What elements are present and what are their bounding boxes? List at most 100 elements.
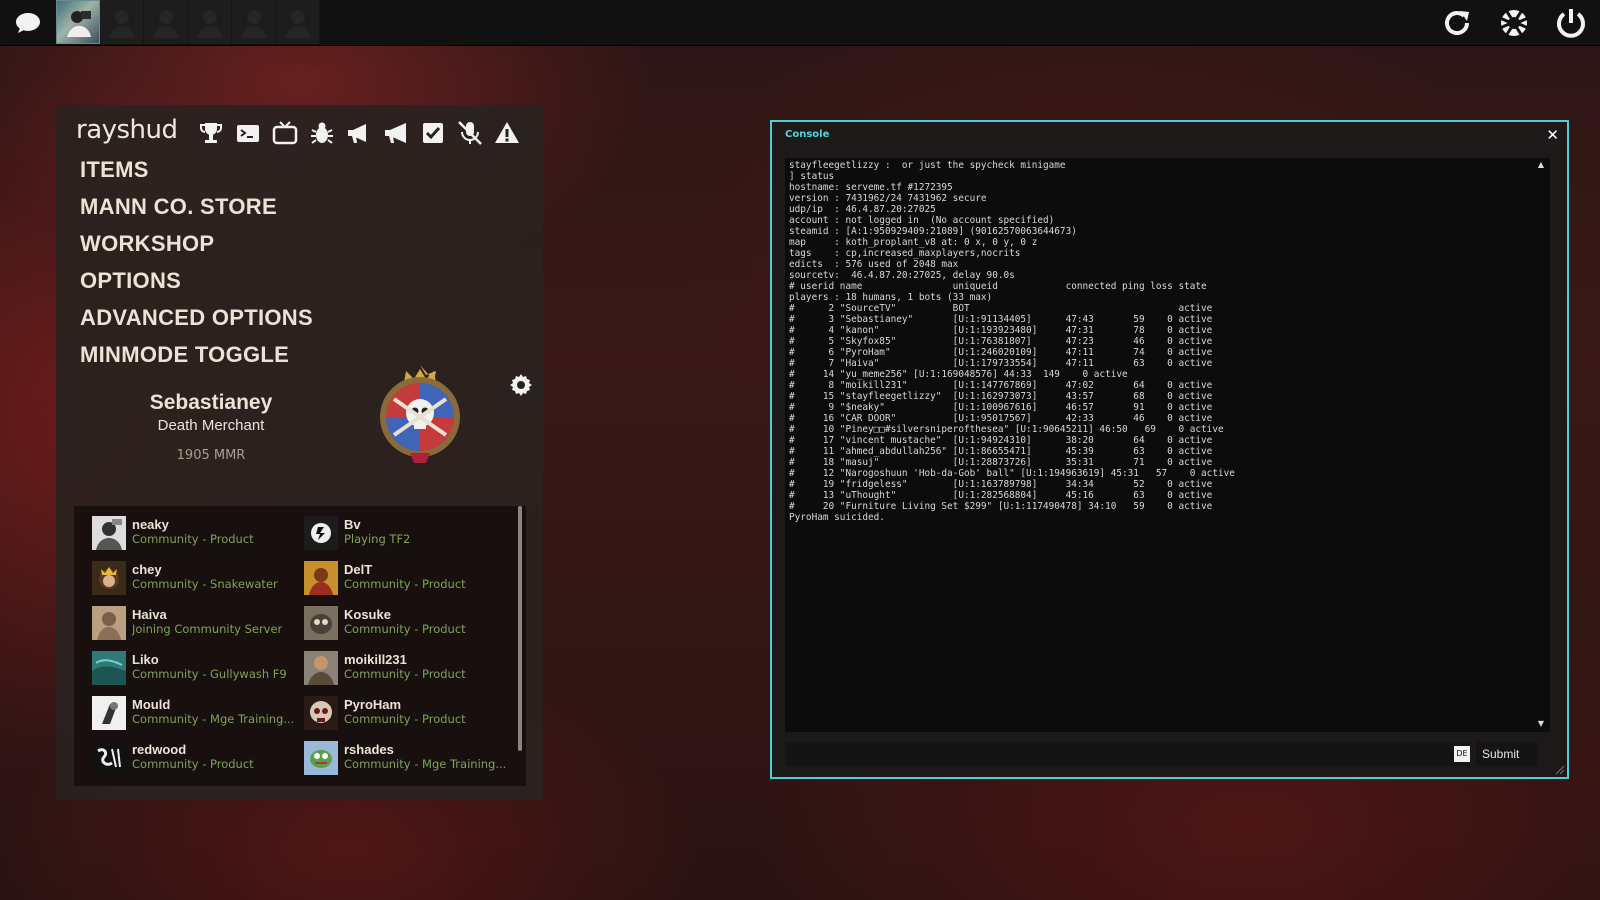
friend-item[interactable]: Haiva Joining Community Server xyxy=(92,601,302,641)
menu-mann-co-store[interactable]: MANN CO. STORE xyxy=(80,194,277,220)
console-line: # 6 "PyroHam" [U:1:246020109] 47:11 74 0… xyxy=(789,347,1213,358)
friend-status: Community - Gullywash F9 xyxy=(132,667,287,681)
console-line: version : 7431962/24 7431962 secure xyxy=(789,193,987,204)
friend-name: PyroHam xyxy=(344,697,402,712)
friend-status: Community - Snakewater xyxy=(132,577,278,591)
console-log: stayfleegetlizzy : or just the spycheck … xyxy=(789,160,1529,523)
terminal-icon[interactable] xyxy=(234,119,262,147)
console-line: # 20 "Furniture Living Set $299" [U:1:11… xyxy=(789,501,1213,512)
console-line: # 10 "Piney□□#silversniperofthesea" [U:1… xyxy=(789,424,1224,435)
warning-icon[interactable] xyxy=(493,119,521,147)
gear-icon[interactable] xyxy=(509,373,533,397)
friend-item[interactable]: redwood Community - Product xyxy=(92,736,302,776)
friend-name: Bv xyxy=(344,517,361,532)
friend-item[interactable]: Mould Community - Mge Training... xyxy=(92,691,302,731)
avatar xyxy=(92,561,126,595)
friend-item[interactable]: neaky Community - Product xyxy=(92,511,302,551)
friend-item[interactable]: Liko Community - Gullywash F9 xyxy=(92,646,302,686)
console-command-input[interactable] xyxy=(785,742,1470,766)
language-indicator: DE xyxy=(1454,746,1470,762)
console-line: hostname: serveme.tf #1272395 xyxy=(789,182,953,193)
menu-minmode-toggle[interactable]: MINMODE TOGGLE xyxy=(80,342,289,368)
party-slot-self[interactable] xyxy=(56,0,100,44)
friends-scrollbar[interactable] xyxy=(518,506,522,751)
friend-item[interactable]: Kosuke Community - Product xyxy=(304,601,514,641)
scroll-down-icon[interactable]: ▼ xyxy=(1538,719,1544,728)
friend-name: Liko xyxy=(132,652,159,667)
friend-item[interactable]: PyroHam Community - Product xyxy=(304,691,514,731)
menu-workshop[interactable]: WORKSHOP xyxy=(80,231,214,257)
friend-item[interactable]: Bv Playing TF2 xyxy=(304,511,514,551)
avatar xyxy=(92,741,126,775)
friend-name: Mould xyxy=(132,697,171,712)
console-line: # 18 "masuj" [U:1:28873726] 35:31 71 0 a… xyxy=(789,457,1213,468)
menu-items[interactable]: ITEMS xyxy=(80,157,149,183)
avatar xyxy=(304,561,338,595)
friend-item[interactable]: DelT Community - Product xyxy=(304,556,514,596)
console-line: sourcetv: 46.4.87.20:27025, delay 90.0s xyxy=(789,270,1015,281)
console-output[interactable]: stayfleegetlizzy : or just the spycheck … xyxy=(785,158,1550,732)
avatar xyxy=(304,606,338,640)
profile-title: Death Merchant xyxy=(157,417,265,434)
party-slot-empty[interactable] xyxy=(100,0,144,44)
submit-button[interactable]: Submit xyxy=(1476,742,1538,766)
mic-off-icon[interactable] xyxy=(456,119,484,147)
lifebuoy-icon[interactable] xyxy=(1497,6,1531,40)
avatar xyxy=(92,606,126,640)
console-window[interactable]: Console ✕ stayfleegetlizzy : or just the… xyxy=(770,120,1569,779)
chat-bubble-icon[interactable] xyxy=(14,10,42,36)
friend-name: neaky xyxy=(132,517,169,532)
friend-status: Community - Product xyxy=(344,712,466,726)
tv-icon[interactable] xyxy=(271,119,299,147)
console-line: udp/ip : 46.4.87.20:27025 xyxy=(789,204,936,215)
rank-medal-icon[interactable] xyxy=(372,361,468,465)
friend-status: Community - Product xyxy=(132,757,254,771)
friend-name: moikill231 xyxy=(344,652,407,667)
friend-status: Community - Product xyxy=(132,532,254,546)
megaphone-2-icon[interactable] xyxy=(382,119,410,147)
console-line: map : koth_proplant_v8 at: 0 x, 0 y, 0 z xyxy=(789,237,1038,248)
friend-name: redwood xyxy=(132,742,187,757)
console-line: # 8 "moikill231" [U:1:147767869] 47:02 6… xyxy=(789,380,1213,391)
party-slot-empty[interactable] xyxy=(144,0,188,44)
friend-status: Community - Mge Training... xyxy=(344,757,507,771)
party-slot-empty[interactable] xyxy=(232,0,276,44)
refresh-icon[interactable] xyxy=(1440,6,1474,40)
friend-name: chey xyxy=(132,562,162,577)
top-bar xyxy=(0,0,1600,46)
friend-item[interactable]: moikill231 Community - Product xyxy=(304,646,514,686)
console-line: # 16 "CAR DOOR" [U:1:95017567] 42:33 46 … xyxy=(789,413,1213,424)
friend-status: Joining Community Server xyxy=(132,622,283,636)
friend-status: Community - Mge Training... xyxy=(132,712,295,726)
avatar xyxy=(304,651,338,685)
friend-status: Community - Product xyxy=(344,622,466,636)
username: rayshud xyxy=(76,115,178,145)
console-line: # 17 "vincent mustache" [U:1:94924310] 3… xyxy=(789,435,1213,446)
close-icon[interactable]: ✕ xyxy=(1546,126,1559,144)
console-line: PyroHam suicided. xyxy=(789,512,885,523)
megaphone-icon[interactable] xyxy=(345,119,373,147)
console-line: # 2 "SourceTV" BOT active xyxy=(789,303,1213,314)
menu-options[interactable]: OPTIONS xyxy=(80,268,181,294)
avatar xyxy=(304,696,338,730)
console-line: # 5 "Skyfox85" [U:1:76381807] 47:23 46 0… xyxy=(789,336,1213,347)
party-slot-empty[interactable] xyxy=(188,0,232,44)
console-line: # 3 "Sebastianey" [U:1:91134405] 47:43 5… xyxy=(789,314,1213,325)
friend-item[interactable]: rshades Community - Mge Training... xyxy=(304,736,514,776)
console-line: edicts : 576 used of 2048 max xyxy=(789,259,959,270)
checkbox-icon[interactable] xyxy=(419,119,447,147)
console-line: # 7 "Haiva" [U:1:179733554] 47:11 63 0 a… xyxy=(789,358,1213,369)
party-slot-empty[interactable] xyxy=(276,0,320,44)
resize-grip-icon[interactable] xyxy=(1553,763,1565,775)
console-line: account : not logged in (No account spec… xyxy=(789,215,1055,226)
scroll-up-icon[interactable]: ▲ xyxy=(1538,160,1544,169)
console-line: # userid name uniqueid connected ping lo… xyxy=(789,281,1207,292)
trophy-icon[interactable] xyxy=(197,119,225,147)
console-line: # 13 "uThought" [U:1:282568804] 45:16 63… xyxy=(789,490,1213,501)
power-icon[interactable] xyxy=(1554,6,1588,40)
bug-icon[interactable] xyxy=(308,119,336,147)
console-line: # 9 "$neaky" [U:1:100967616] 46:57 91 0 … xyxy=(789,402,1213,413)
menu-advanced-options[interactable]: ADVANCED OPTIONS xyxy=(80,305,313,331)
friend-item[interactable]: chey Community - Snakewater xyxy=(92,556,302,596)
console-line: # 19 "fridgeless" [U:1:163789798] 34:34 … xyxy=(789,479,1213,490)
